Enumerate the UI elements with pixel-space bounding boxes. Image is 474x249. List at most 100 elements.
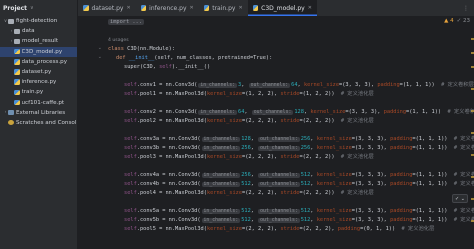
code-token: stride <box>280 118 300 124</box>
code-token: kernel_size <box>303 82 340 88</box>
code-token: ) <box>331 118 341 124</box>
tab-dataset-py[interactable]: dataset.py ✕ <box>78 0 136 16</box>
code-area[interactable]: import ... 4 usages class C3D(nn.Module): d… <box>104 16 474 249</box>
tree-item-label: Scratches and Consol <box>16 119 77 126</box>
code-token: (C3D, <box>139 64 160 70</box>
code-line-super: super(C3D, self).__init__() <box>124 63 210 72</box>
code-token: kernel_size <box>206 226 243 232</box>
project-tree: ∨ fight-detection › data › model_result C3D_mo… <box>0 16 77 128</box>
code-token: =(1, 1, 1)) <box>412 208 454 214</box>
code-token: .conv3b = nn.Conv3d( <box>136 145 201 151</box>
code-token: 512 <box>300 172 311 178</box>
tab-label: C3D_model.py <box>261 4 305 12</box>
intention-popup-badge[interactable]: ✓ ⌄ <box>452 194 468 203</box>
code-comment: # 定义卷积层 <box>441 82 474 88</box>
code-token: =(2, 2, 2) <box>299 226 332 232</box>
folder-icon <box>8 18 14 24</box>
tree-item[interactable]: C3D_model.py <box>0 46 77 57</box>
code-token: , <box>250 136 258 142</box>
code-token: stride <box>280 91 300 97</box>
code-editor[interactable]: ⌄ ⌄ import ... 4 usages class C3D(nn.Module… <box>78 16 474 249</box>
tab-c3d-model-py[interactable]: C3D_model.py ✕ <box>247 0 317 16</box>
code-token: .pool2 = nn.MaxPool3d( <box>136 118 207 124</box>
scratches-icon <box>8 120 14 126</box>
parameter-hint: in_channels: <box>198 83 238 88</box>
code-comment: # 定义池化层 <box>340 154 374 160</box>
code-token: , <box>250 181 258 187</box>
code-token: =(2, 2, 2), <box>242 226 281 232</box>
code-token: =(3, 3, 3), <box>351 208 391 214</box>
code-token: (self, num_classes, pretrained=True): <box>154 55 273 61</box>
code-token: padding <box>390 172 413 178</box>
code-token: ) <box>391 226 402 232</box>
tree-item[interactable]: train.py <box>0 87 77 97</box>
tree-item[interactable]: › model_result <box>0 36 77 46</box>
tree-item[interactable]: data_process.py <box>0 57 77 67</box>
code-token: padding <box>390 208 413 214</box>
code-token: ) <box>331 91 341 97</box>
tab-inference-py[interactable]: inference.py ✕ <box>136 0 199 16</box>
code-token: =(1, 1, 1)) <box>412 217 454 223</box>
folded-imports: import ... <box>108 19 144 25</box>
tree-item-label: model_result <box>22 38 59 45</box>
more-options-icon[interactable]: ⋮ <box>463 5 469 12</box>
code-token: =(1, 1, 1)) <box>412 136 454 142</box>
code-token: padding <box>337 226 361 232</box>
code-line-conv3a: self.conv3a = nn.Conv3d(in_channels: 128,… <box>124 135 474 144</box>
inspection-widget[interactable]: ▲ 4 ✓ 23 <box>444 18 470 24</box>
code-token: .conv2 = nn.Conv3d( <box>136 109 198 115</box>
project-header[interactable]: Project ∨ <box>0 0 77 16</box>
close-icon[interactable]: ✕ <box>190 5 194 11</box>
tab-bar-actions: ⋮ <box>463 0 474 16</box>
close-icon[interactable]: ✕ <box>126 5 130 11</box>
close-icon[interactable]: ✕ <box>308 5 312 11</box>
parameter-hint: in_channels: <box>198 110 238 115</box>
code-token: =(2, 2, 2) <box>299 190 332 196</box>
parameter-hint: out_channels: <box>258 218 300 223</box>
code-token: stride <box>280 190 300 196</box>
parameter-hint: out_channels: <box>248 83 291 88</box>
code-token: .pool3 = nn.MaxPool3d( <box>136 154 207 160</box>
code-token: kernel_size <box>316 217 352 223</box>
tree-item[interactable]: ucf101-caffe.pt <box>0 98 77 108</box>
tree-item[interactable]: › data <box>0 26 77 36</box>
tab-train-py[interactable]: train.py ✕ <box>199 0 248 16</box>
code-line-conv5b: self.conv5b = nn.Conv3d(in_channels: 512,… <box>124 216 474 225</box>
code-token: .conv4b = nn.Conv3d( <box>136 181 201 187</box>
hint-count[interactable]: ✓ 23 <box>457 18 470 24</box>
code-line-conv4a: self.conv4a = nn.Conv3d(in_channels: 256,… <box>124 171 474 180</box>
close-icon[interactable]: ✕ <box>238 5 242 11</box>
code-token: , <box>250 217 258 223</box>
fold-marker-icon[interactable]: ⌄ <box>98 45 102 51</box>
self-keyword: self <box>124 82 137 88</box>
chevron-down-icon[interactable]: ∨ <box>30 5 34 11</box>
tree-item[interactable]: Scratches and Consol <box>0 118 77 128</box>
code-line-pool2: self.pool2 = nn.MaxPool3d(kernel_size=(2… <box>124 117 374 126</box>
code-token: .pool1 = nn.MaxPool3d( <box>136 91 207 97</box>
warning-count[interactable]: ▲ 4 <box>444 18 453 24</box>
parameter-hint: in_channels: <box>201 209 241 214</box>
code-token: =(1, 2, 2) <box>299 91 332 97</box>
code-line-import: import ... <box>108 18 144 27</box>
tree-item[interactable]: › External Libraries <box>0 108 77 118</box>
code-token: stride <box>280 154 300 160</box>
python-file-icon <box>14 89 20 96</box>
code-token: =(3, 3, 3), <box>351 217 391 223</box>
code-line-class: class C3D(nn.Module): <box>108 45 175 54</box>
tree-item-label: ucf101-caffe.pt <box>21 99 65 106</box>
code-token: .conv5b = nn.Conv3d( <box>136 217 201 223</box>
tree-item[interactable]: dataset.py <box>0 67 77 77</box>
code-token: , <box>244 109 251 115</box>
parameter-hint: in_channels: <box>201 218 241 223</box>
fold-marker-icon[interactable]: ⌄ <box>98 54 102 60</box>
code-token: , <box>250 145 258 151</box>
tree-item[interactable]: inference.py <box>0 77 77 87</box>
code-line-conv1: self.conv1 = nn.Conv3d(in_channels: 3, ou… <box>124 81 474 90</box>
usages-line: 4 usages <box>108 36 129 45</box>
code-token: self <box>159 64 172 70</box>
code-token: 256 <box>300 145 311 151</box>
code-token: =(2, 2, 2) <box>299 118 332 124</box>
self-keyword: self <box>124 118 137 124</box>
parameter-hint: in_channels: <box>201 173 241 178</box>
tree-item[interactable]: ∨ fight-detection <box>0 16 77 26</box>
